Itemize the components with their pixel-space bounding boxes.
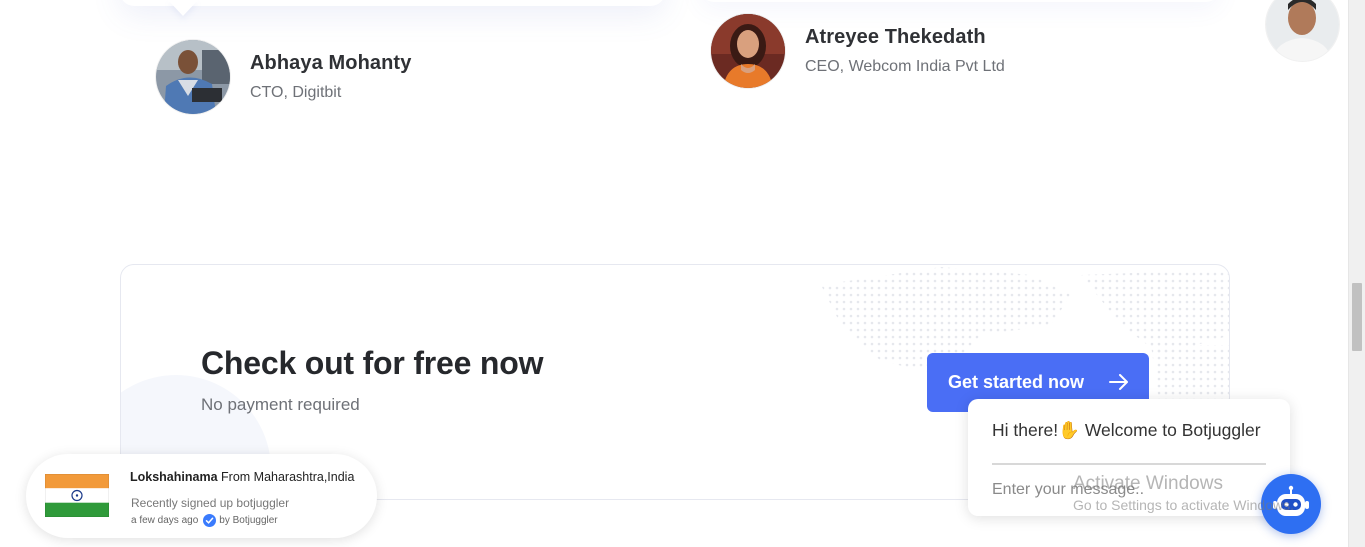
signup-notification[interactable]: Lokshahinama From Maharashtra,India Rece… (26, 454, 377, 538)
arrow-right-icon (1109, 374, 1129, 395)
cta-title: Check out for free now (201, 345, 544, 381)
testimonial-card-pointer (168, 0, 198, 16)
page-scrollbar[interactable] (1348, 0, 1365, 547)
testimonial-author-2: Atreyee Thekedath CEO, Webcom India Pvt … (711, 14, 1005, 88)
author-role: CEO, Webcom India Pvt Ltd (805, 58, 1005, 75)
chat-divider (992, 463, 1266, 465)
author-role: CTO, Digitbit (250, 84, 342, 101)
chatbot-launcher-button[interactable] (1261, 474, 1321, 534)
notification-message: Recently signed up botjuggler (131, 496, 290, 510)
notification-meta: a few days ago by Botjuggler (131, 514, 278, 527)
scrollbar-thumb[interactable] (1352, 283, 1362, 351)
notification-time: a few days ago (131, 515, 199, 526)
author-name: Atreyee Thekedath (805, 26, 986, 48)
author-name: Abhaya Mohanty (250, 52, 412, 74)
chat-welcome-text: Welcome to Botjuggler (1084, 420, 1261, 440)
waving-hand-icon: ✋ (1058, 420, 1080, 440)
notification-user: Lokshahinama (130, 470, 218, 484)
cta-subtitle: No payment required (201, 395, 360, 414)
testimonial-card-previous (120, 0, 665, 6)
get-started-label: Get started now (948, 372, 1085, 392)
notification-location: From Maharashtra,India (221, 470, 355, 484)
notification-title: Lokshahinama From Maharashtra,India (130, 470, 358, 484)
robot-icon (1273, 485, 1309, 516)
testimonial-card-next (700, 0, 1220, 2)
chat-greeting: Hi there! (992, 420, 1059, 440)
chat-message-input[interactable] (990, 477, 1194, 503)
testimonial-author-1: Abhaya Mohanty CTO, Digitbit (156, 40, 411, 114)
chat-widget: Hi there!✋ Welcome to Botjuggler (968, 399, 1290, 516)
avatar (156, 40, 230, 114)
chat-welcome-message: Hi there!✋ Welcome to Botjuggler (992, 420, 1261, 441)
avatar (711, 14, 785, 88)
notification-source: by Botjuggler (219, 515, 278, 526)
verified-check-icon (203, 514, 217, 527)
avatar (1266, 0, 1339, 61)
india-flag-icon (44, 473, 110, 518)
